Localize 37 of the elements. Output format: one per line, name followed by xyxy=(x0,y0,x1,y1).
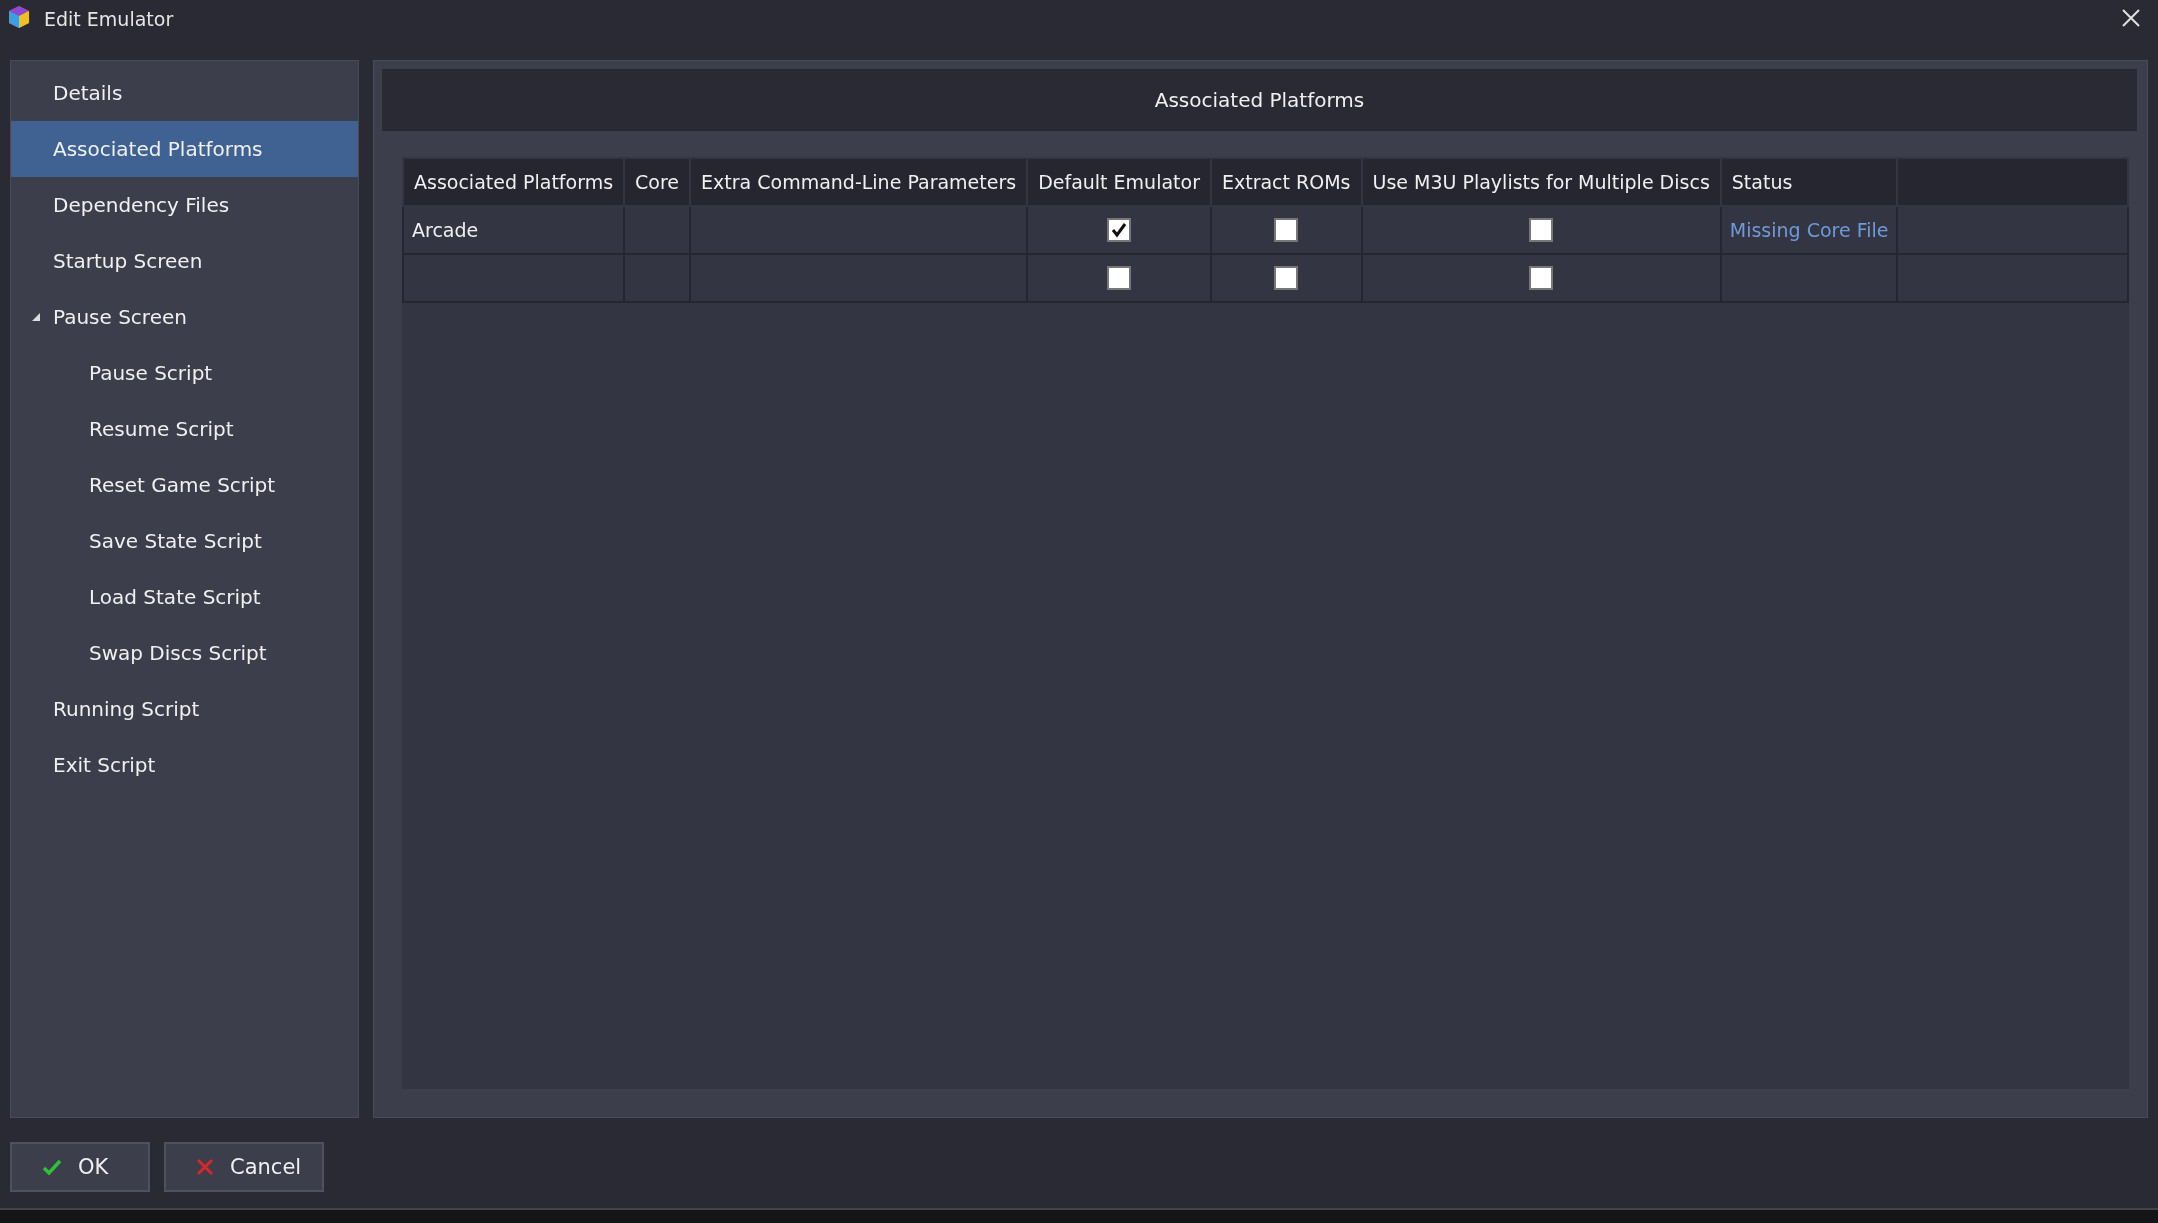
sidebar-item[interactable]: Load State Script xyxy=(11,569,358,625)
sidebar-item[interactable]: Resume Script xyxy=(11,401,358,457)
sidebar-item[interactable]: Dependency Files xyxy=(11,177,358,233)
checkbox[interactable] xyxy=(1529,218,1554,243)
sidebar-item[interactable]: Pause Screen xyxy=(11,289,358,345)
sidebar-item[interactable]: Pause Script xyxy=(11,345,358,401)
app-logo-icon xyxy=(6,4,32,30)
column-header[interactable]: Use M3U Playlists for Multiple Discs xyxy=(1361,158,1721,206)
column-header[interactable]: Extract ROMs xyxy=(1210,158,1362,206)
checkbox[interactable] xyxy=(1274,218,1299,243)
window-title: Edit Emulator xyxy=(44,8,174,30)
cancel-button[interactable]: Cancel xyxy=(164,1142,324,1192)
column-header[interactable]: Core xyxy=(624,158,691,206)
column-header[interactable]: Associated Platforms xyxy=(403,158,625,206)
checkmark-icon xyxy=(42,1158,62,1176)
sidebar-item[interactable]: Exit Script xyxy=(11,737,358,793)
sidebar-item[interactable]: Running Script xyxy=(11,681,358,737)
sidebar-item[interactable]: Startup Screen xyxy=(11,233,358,289)
column-header[interactable]: Default Emulator xyxy=(1027,158,1211,206)
panel-header: Associated Platforms xyxy=(382,69,2137,131)
column-header[interactable]: Status xyxy=(1720,158,1898,206)
sidebar-item[interactable]: Save State Script xyxy=(11,513,358,569)
checkbox[interactable] xyxy=(1107,266,1132,291)
cross-icon xyxy=(196,1158,214,1176)
sidebar-item[interactable]: Details xyxy=(11,65,358,121)
column-header[interactable]: Extra Command-Line Parameters xyxy=(690,158,1028,206)
checkbox[interactable] xyxy=(1107,218,1132,243)
checkbox[interactable] xyxy=(1274,266,1299,291)
ok-button[interactable]: OK xyxy=(10,1142,150,1192)
checkbox[interactable] xyxy=(1529,266,1554,291)
close-icon xyxy=(2121,8,2141,28)
sidebar-item[interactable]: Swap Discs Script xyxy=(11,625,358,681)
table-cell: Arcade xyxy=(403,206,625,254)
checkmark-icon xyxy=(1110,221,1129,240)
sidebar-item[interactable]: Associated Platforms xyxy=(11,121,358,177)
expand-arrow-icon[interactable] xyxy=(31,312,41,322)
sidebar-item[interactable]: Reset Game Script xyxy=(11,457,358,513)
